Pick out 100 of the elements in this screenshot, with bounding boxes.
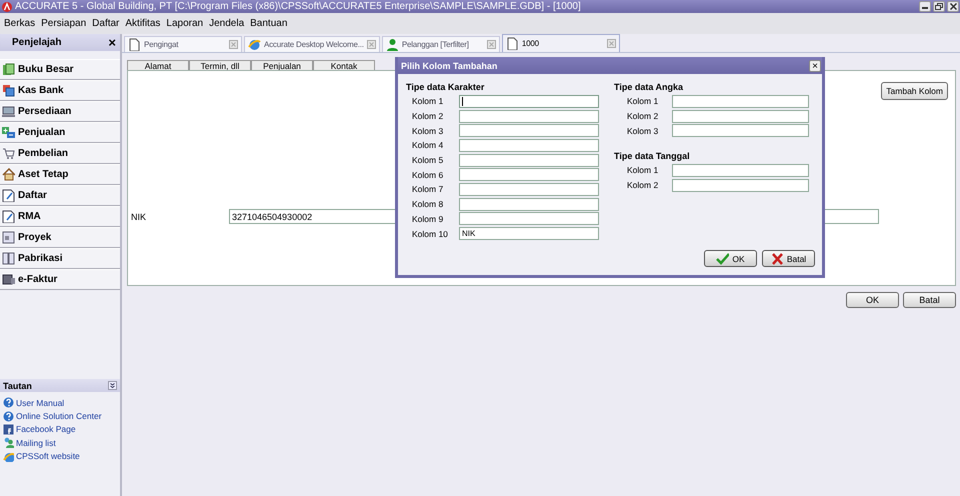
sidebar-item-label: Kas Bank <box>18 85 64 96</box>
sidebar-item[interactable]: Kas Bank <box>0 80 120 101</box>
sidebar-item[interactable]: Persediaan <box>0 101 120 122</box>
window-title: ACCURATE 5 - Global Building, PT [C:\Program Files (x86)\CPSSoft\ACCURATE5 Enterprise\SAMPLE\SAMPLE.GDB] - [1000] <box>15 1 581 12</box>
field-label: Kolom 2 <box>626 111 660 122</box>
close-button[interactable]: × <box>108 36 116 49</box>
text-cursor <box>462 96 463 106</box>
input-field[interactable] <box>459 138 599 152</box>
field-label: Kolom 1 <box>411 96 444 106</box>
group-title: Tipe data Karakter <box>406 82 486 94</box>
input-field[interactable] <box>459 110 599 123</box>
sidebar-item[interactable]: Pabrikasi <box>0 248 120 269</box>
link[interactable]: Mailing list <box>16 438 56 448</box>
links-title: Tautan <box>3 380 32 390</box>
field-label: Kolom 3 <box>411 126 444 136</box>
document-tab[interactable]: Pengingat <box>124 36 242 52</box>
link[interactable]: Online Solution Center <box>16 411 102 422</box>
document-tab[interactable]: 1000 <box>502 34 620 52</box>
sidebar-item-label: Buku Besar <box>18 64 74 75</box>
tab-label: Pelanggan [Terfilter] <box>402 40 470 49</box>
field-label: Kolom 9 <box>411 214 444 224</box>
menu-item[interactable]: Aktifitas <box>125 18 160 29</box>
web-icon <box>3 450 14 462</box>
help-icon <box>3 397 14 408</box>
app-logo-icon <box>2 2 12 12</box>
add-column-button[interactable]: Tambah Kolom <box>881 82 948 100</box>
input-field[interactable] <box>459 182 599 196</box>
input-field[interactable] <box>672 94 809 108</box>
restore-button[interactable] <box>933 1 945 12</box>
input-field[interactable] <box>459 124 599 138</box>
input-field[interactable] <box>459 168 599 182</box>
close-icon <box>950 3 956 10</box>
input-field[interactable] <box>459 198 599 211</box>
form-tab[interactable]: Kontak <box>313 60 375 70</box>
sidebar-item[interactable]: Penjualan <box>0 122 120 143</box>
link[interactable]: User Manual <box>16 398 64 408</box>
tab-close-icon <box>486 40 496 49</box>
sidebar-item[interactable]: RMA <box>0 206 120 227</box>
input-field[interactable] <box>672 164 809 177</box>
input-field[interactable] <box>459 154 599 167</box>
minimize-button[interactable] <box>919 1 931 12</box>
sidebar-item[interactable]: Daftar <box>0 185 120 206</box>
bank-icon <box>2 84 15 97</box>
close-button[interactable] <box>947 1 959 12</box>
cross-icon <box>770 252 784 264</box>
help-icon <box>3 410 14 422</box>
sidebar-item[interactable]: e-Faktur <box>0 269 120 290</box>
sidebar-item-label: Pembelian <box>18 148 68 159</box>
sidebar-item-label: e-Faktur <box>18 274 58 285</box>
sidebar-item[interactable]: Buku Besar <box>0 59 120 80</box>
input-field[interactable] <box>672 178 809 192</box>
sidebar-item-label: Pabrikasi <box>18 253 62 264</box>
field-value: NIK <box>462 229 476 238</box>
sidebar-item-label: Daftar <box>18 190 47 201</box>
sidebar-item[interactable]: Aset Tetap <box>0 164 120 185</box>
tab-close-icon <box>606 39 616 48</box>
close-button[interactable]: × <box>809 60 821 72</box>
field-label: Kolom 1 <box>626 165 660 176</box>
group-title: Tipe data Angka <box>614 82 684 94</box>
input-field[interactable] <box>672 124 809 138</box>
ok-button[interactable]: OK <box>704 250 757 267</box>
machine-icon <box>2 273 15 286</box>
facebook-icon <box>3 424 14 435</box>
link[interactable]: Facebook Page <box>16 424 76 434</box>
sidebar-item[interactable]: Proyek <box>0 227 120 248</box>
menu-item[interactable]: Jendela <box>209 18 244 29</box>
tab-label: Accurate Desktop Welcome... <box>264 40 364 49</box>
link[interactable]: CPSSoft website <box>16 451 80 462</box>
sidebar-item-label: Penjualan <box>18 127 66 138</box>
tab-label: 1000 <box>522 39 540 48</box>
field-label: Kolom 6 <box>411 170 444 180</box>
menu-item[interactable]: Persiapan <box>41 18 86 29</box>
page-icon <box>128 38 141 51</box>
sidebar-title: Penjelajah <box>12 37 62 48</box>
input-field[interactable] <box>459 94 599 108</box>
book-icon <box>2 63 15 76</box>
form-tab[interactable]: Penjualan <box>251 60 313 70</box>
cancel-button[interactable]: Batal <box>762 250 815 267</box>
window-icon <box>2 231 15 244</box>
cancel-button[interactable]: Batal <box>903 292 956 308</box>
field-label: Kolom 10 <box>411 228 449 239</box>
sidebar-item[interactable]: Pembelian <box>0 143 120 164</box>
form-tab[interactable]: Termin, dll <box>189 60 251 70</box>
minimize-icon <box>922 7 928 9</box>
menu-item[interactable]: Berkas <box>4 18 36 29</box>
document-tab[interactable]: Accurate Desktop Welcome... <box>244 36 380 52</box>
tab-close-icon <box>366 40 376 49</box>
menu-item[interactable]: Daftar <box>92 18 120 29</box>
sidebar-item-label: RMA <box>18 211 41 222</box>
document-tab[interactable]: Pelanggan [Terfilter] <box>382 36 500 52</box>
ok-button[interactable]: OK <box>846 292 899 308</box>
form-tab[interactable]: Alamat <box>127 60 189 70</box>
plus-minus-icon <box>2 126 15 139</box>
document-icon <box>2 189 15 202</box>
menu-item[interactable]: Laporan <box>166 18 204 29</box>
input-field[interactable]: NIK <box>459 227 599 240</box>
menu-item[interactable]: Bantuan <box>250 18 288 29</box>
input-field[interactable] <box>672 110 809 123</box>
page-icon <box>506 37 519 50</box>
input-field[interactable] <box>459 212 599 226</box>
